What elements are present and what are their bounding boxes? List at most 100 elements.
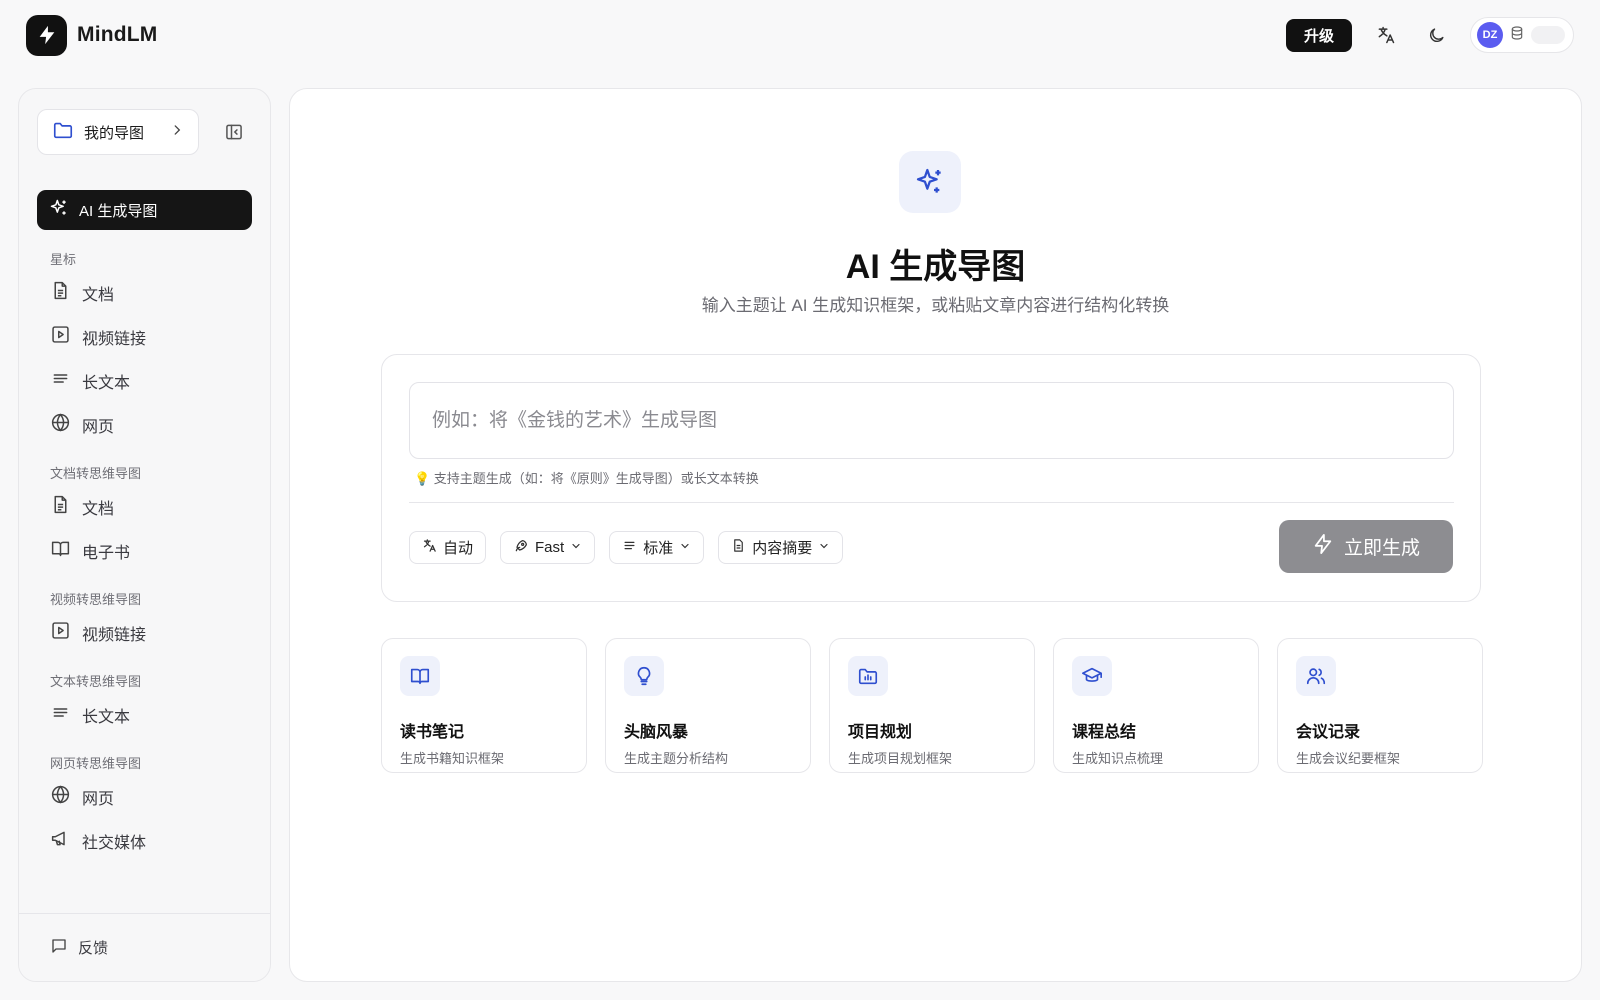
sidebar-item-label: 文档	[82, 501, 115, 518]
template-title: 头脑风暴	[624, 724, 689, 741]
sidebar-item-ebook[interactable]: 电子书	[37, 529, 252, 573]
section-title-starred: 星标	[50, 251, 77, 267]
book-icon	[50, 538, 71, 564]
sidebar-item-social-media[interactable]: 社交媒体	[37, 819, 252, 863]
text-lines-icon	[50, 702, 71, 728]
language-value: 自动	[443, 540, 474, 557]
template-card-project-plan[interactable]: 项目规划 生成项目规划框架	[829, 638, 1035, 773]
sidebar-item-webpage[interactable]: 网页	[37, 403, 252, 447]
globe-icon	[50, 784, 71, 810]
sidebar-item-label: 网页	[82, 419, 115, 436]
sidebar-item-webpage[interactable]: 网页	[37, 775, 252, 819]
folder-label: 我的导图	[84, 124, 145, 142]
template-card-reading-notes[interactable]: 读书笔记 生成书籍知识框架	[381, 638, 587, 773]
language-select[interactable]: 自动	[409, 531, 487, 564]
document-icon	[50, 280, 71, 306]
my-maps-folder-button[interactable]: 我的导图	[37, 109, 199, 155]
generate-button[interactable]: 立即生成	[1279, 520, 1453, 573]
sidebar-item-label: 文档	[82, 287, 115, 304]
template-title: 会议记录	[1296, 724, 1361, 741]
sidebar-item-long-text[interactable]: 长文本	[37, 359, 252, 403]
brand-name: MindLM	[77, 23, 158, 46]
template-desc: 生成知识点梳理	[1072, 751, 1164, 766]
message-square-icon	[50, 937, 68, 959]
chevron-down-icon	[570, 539, 582, 556]
book-open-icon	[400, 656, 440, 696]
composer-card: 💡 支持主题生成（如：将《原则》生成导图）或长文本转换 自动 Fast 标准 内…	[381, 354, 1481, 602]
brand[interactable]: MindLM	[26, 14, 158, 56]
sidebar-item-document[interactable]: 文档	[37, 485, 252, 529]
template-title: 读书笔记	[400, 724, 465, 741]
chevron-right-icon	[170, 123, 184, 141]
globe-icon	[50, 412, 71, 438]
nav-sections: 星标 文档 视频链接 长文本 网页 文档转思维导图 文档 电子书 视频转思维导图…	[37, 245, 252, 863]
lightbulb-icon	[624, 656, 664, 696]
section-title-web-to-map: 网页转思维导图	[50, 755, 142, 771]
sidebar-item-video-link[interactable]: 视频链接	[37, 315, 252, 359]
options-row: 自动 Fast 标准 内容摘要	[409, 531, 844, 564]
length-value: 标准	[643, 540, 674, 557]
template-desc: 生成书籍知识框架	[400, 751, 505, 766]
sidebar-item-label: 长文本	[82, 709, 131, 726]
sidebar-item-label: 视频链接	[82, 627, 147, 644]
page-title: AI 生成导图	[845, 248, 1026, 286]
main-panel: AI 生成导图 输入主题让 AI 生成知识框架，或粘贴文章内容进行结构化转换 💡…	[289, 88, 1582, 982]
upgrade-button[interactable]: 升级	[1285, 18, 1352, 52]
database-icon	[1509, 25, 1525, 46]
avatar: DZ	[1477, 22, 1503, 48]
credits-pill	[1531, 26, 1565, 44]
template-cards: 读书笔记 生成书籍知识框架 头脑风暴 生成主题分析结构 项目规划 生成项目规划框…	[381, 638, 1483, 773]
sidebar-item-ai-generate[interactable]: AI 生成导图	[37, 190, 252, 230]
feedback-label: 反馈	[78, 940, 109, 957]
sparkles-icon	[49, 198, 69, 222]
text-lines-icon	[50, 368, 71, 394]
template-card-course-summary[interactable]: 课程总结 生成知识点梳理	[1053, 638, 1259, 773]
generate-label: 立即生成	[1343, 538, 1420, 559]
lightning-logo-icon	[26, 14, 67, 56]
translate-icon	[422, 538, 437, 557]
topic-input[interactable]	[409, 382, 1454, 459]
template-title: 课程总结	[1072, 724, 1137, 741]
page-subtitle: 输入主题让 AI 生成知识框架，或粘贴文章内容进行结构化转换	[701, 296, 1170, 315]
template-title: 项目规划	[848, 724, 913, 741]
lightning-icon	[1312, 533, 1334, 561]
template-desc: 生成会议纪要框架	[1296, 751, 1401, 766]
feedback-button[interactable]: 反馈	[19, 913, 270, 981]
folder-icon	[52, 119, 74, 145]
graduation-cap-icon	[1072, 656, 1112, 696]
sidebar-item-label: 长文本	[82, 375, 131, 392]
moon-icon[interactable]	[1420, 19, 1452, 51]
document-icon	[731, 538, 746, 557]
users-icon	[1296, 656, 1336, 696]
play-icon	[50, 324, 71, 350]
model-value: Fast	[535, 539, 565, 556]
template-desc: 生成项目规划框架	[848, 751, 953, 766]
length-select[interactable]: 标准	[609, 531, 705, 564]
chevron-down-icon	[818, 539, 830, 556]
sidebar-item-document[interactable]: 文档	[37, 271, 252, 315]
sidebar: 我的导图 AI 生成导图 星标 文档 视频链接 长文本 网页 文档转思维导图 文…	[18, 88, 271, 982]
ai-nav-label: AI 生成导图	[79, 202, 158, 220]
section-title-text-to-map: 文本转思维导图	[50, 673, 142, 689]
sidebar-collapse-icon[interactable]	[219, 117, 249, 147]
user-menu[interactable]: DZ	[1470, 17, 1574, 53]
top-bar: MindLM 升级 DZ	[0, 0, 1600, 70]
sparkles-icon	[899, 151, 961, 213]
model-select[interactable]: Fast	[500, 531, 596, 564]
template-card-brainstorm[interactable]: 头脑风暴 生成主题分析结构	[605, 638, 811, 773]
sidebar-item-video-link[interactable]: 视频链接	[37, 611, 252, 655]
mode-value: 内容摘要	[752, 540, 813, 557]
section-title-doc-to-map: 文档转思维导图	[50, 465, 142, 481]
sidebar-item-label: 电子书	[82, 545, 131, 562]
divider	[409, 502, 1454, 503]
megaphone-icon	[50, 828, 71, 854]
sidebar-item-label: 网页	[82, 791, 115, 808]
text-lines-icon	[622, 538, 637, 557]
translate-icon[interactable]	[1370, 19, 1402, 51]
template-desc: 生成主题分析结构	[624, 751, 729, 766]
section-title-video-to-map: 视频转思维导图	[50, 591, 142, 607]
template-card-meeting-notes[interactable]: 会议记录 生成会议纪要框架	[1277, 638, 1483, 773]
mode-select[interactable]: 内容摘要	[718, 531, 844, 564]
chevron-down-icon	[679, 539, 691, 556]
sidebar-item-long-text[interactable]: 长文本	[37, 693, 252, 737]
